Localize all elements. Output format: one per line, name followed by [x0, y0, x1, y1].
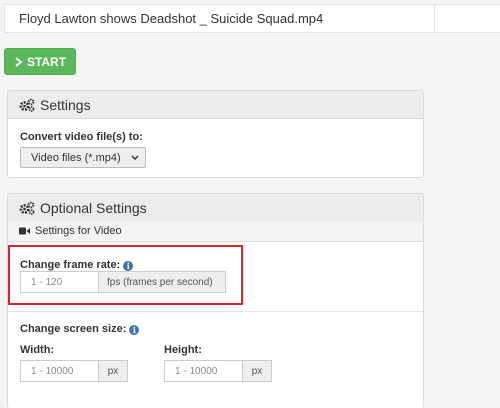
file-name: Floyd Lawton shows Deadshot _ Suicide Sq…	[5, 5, 435, 32]
frame-rate-input[interactable]: 1 - 120	[20, 271, 99, 293]
video-settings-title: Settings for Video	[35, 225, 122, 237]
optional-settings-heading: Optional Settings	[8, 194, 423, 222]
video-settings-heading: Settings for Video	[8, 221, 423, 242]
optional-settings-panel: Optional Settings Settings for Video Cha…	[7, 193, 424, 408]
file-row-extra-cell	[435, 5, 500, 32]
settings-title: Settings	[40, 96, 91, 113]
width-label: Width:	[20, 344, 55, 356]
settings-panel-heading: Settings	[8, 91, 423, 119]
info-icon[interactable]: i	[123, 261, 134, 271]
chevron-right-icon	[15, 56, 23, 67]
height-input[interactable]: 1 - 10000	[164, 360, 243, 382]
gears-icon	[19, 98, 35, 112]
optional-settings-title: Optional Settings	[40, 199, 147, 216]
format-select[interactable]: Video files (*.mp4)	[20, 147, 146, 168]
convert-format-label: Convert video file(s) to:	[20, 131, 143, 143]
screen-size-label: Change screen size:	[20, 323, 127, 335]
format-select-value: Video files (*.mp4)	[31, 151, 121, 164]
info-icon[interactable]: i	[129, 325, 140, 335]
width-input-group: 1 - 10000 px	[20, 360, 128, 382]
video-camera-icon	[19, 227, 30, 235]
start-button-label: START	[26, 54, 67, 69]
frame-rate-unit: fps (frames per second)	[99, 271, 226, 293]
frame-rate-block: Change frame rate: i 1 - 120 fps (frames …	[8, 242, 423, 312]
frame-rate-input-group: 1 - 120 fps (frames per second)	[20, 271, 226, 293]
frame-rate-label: Change frame rate:	[20, 259, 121, 271]
frame-rate-label-row: Change frame rate: i	[20, 259, 134, 271]
chevron-down-icon	[131, 155, 139, 160]
height-unit: px	[243, 360, 272, 382]
file-row: Floyd Lawton shows Deadshot _ Suicide Sq…	[4, 4, 500, 33]
width-unit: px	[99, 360, 128, 382]
start-button[interactable]: START	[4, 48, 76, 75]
height-label: Height:	[164, 344, 202, 356]
settings-panel: Settings Convert video file(s) to: Video…	[7, 90, 424, 178]
height-input-group: 1 - 10000 px	[164, 360, 272, 382]
width-input[interactable]: 1 - 10000	[20, 360, 99, 382]
screen-size-label-row: Change screen size: i	[20, 323, 140, 335]
gears-icon	[19, 201, 35, 215]
